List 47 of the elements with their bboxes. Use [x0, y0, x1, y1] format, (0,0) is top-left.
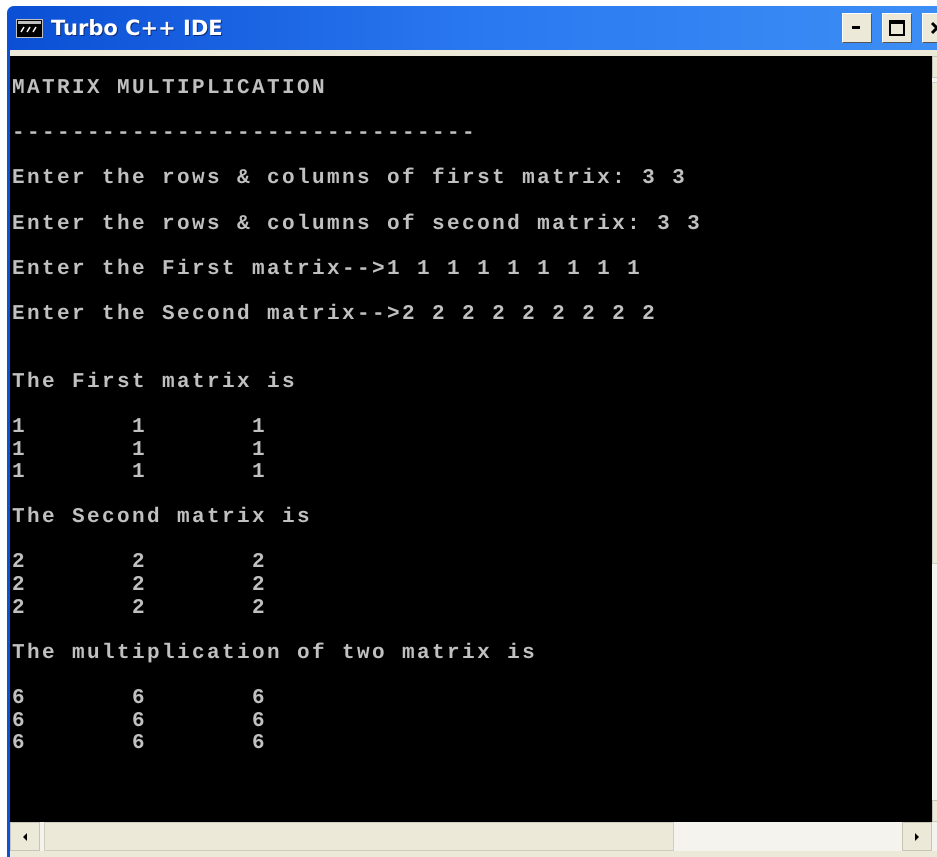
console-icon — [16, 18, 43, 38]
matrix-value: 6 — [252, 733, 268, 756]
console-line: MATRIX MULTIPLICATION — [12, 78, 328, 101]
matrix-value: 2 — [132, 598, 148, 620]
console-line: Enter the rows & columns of second matrix: 3 3 — [12, 214, 704, 236]
matrix-value: 1 — [252, 416, 268, 440]
matrix-value: 1 — [252, 462, 268, 485]
matrix-value: 1 — [252, 440, 268, 462]
scroll-right-button[interactable] — [902, 822, 932, 851]
matrix-value: 1 — [12, 416, 28, 440]
matrix-value: 6 — [252, 710, 268, 734]
matrix-value: 1 — [132, 416, 148, 440]
console-line: Enter the Second matrix-->2 2 2 2 2 2 2 2 2 — [12, 304, 658, 327]
matrix-value: 2 — [252, 598, 268, 620]
scroll-thumb[interactable] — [44, 822, 674, 851]
matrix-value: 6 — [12, 710, 28, 734]
minimize-button[interactable] — [842, 13, 872, 43]
console-line: The Second matrix is — [12, 507, 314, 530]
matrix-value: 6 — [132, 688, 148, 711]
matrix-value: 2 — [252, 575, 268, 598]
matrix-value: 1 — [12, 440, 28, 462]
console-line: The First matrix is — [12, 372, 298, 394]
console-line: The multiplication of two matrix is — [12, 642, 538, 666]
matrix-value: 6 — [252, 688, 268, 711]
matrix-value: 2 — [252, 552, 268, 576]
matrix-value: 6 — [132, 710, 148, 734]
maximize-icon — [889, 20, 905, 36]
horizontal-scrollbar[interactable] — [10, 822, 937, 851]
console-line: Enter the rows & columns of first matrix: 3 3 — [12, 168, 688, 191]
matrix-value: 1 — [132, 440, 148, 462]
matrix-value: 6 — [12, 688, 28, 711]
matrix-value: 6 — [12, 733, 28, 756]
matrix-value: 2 — [132, 552, 148, 576]
console-line: Enter the First matrix-->1 1 1 1 1 1 1 1 1 — [12, 258, 644, 282]
dashed-rule: ------------------------------- — [12, 123, 478, 146]
right-arrow-icon — [912, 832, 922, 842]
scroll-left-button[interactable] — [10, 822, 40, 851]
matrix-value: 1 — [12, 462, 28, 485]
matrix-value: 2 — [132, 575, 148, 598]
minimize-icon — [852, 26, 862, 30]
matrix-value: 6 — [132, 733, 148, 756]
maximize-button[interactable] — [882, 13, 912, 43]
matrix-value: 1 — [132, 462, 148, 485]
matrix-value: 2 — [12, 575, 28, 598]
matrix-value: 2 — [12, 598, 28, 620]
matrix-value: 2 — [12, 552, 28, 576]
window-title: Turbo C++ IDE — [51, 16, 224, 40]
